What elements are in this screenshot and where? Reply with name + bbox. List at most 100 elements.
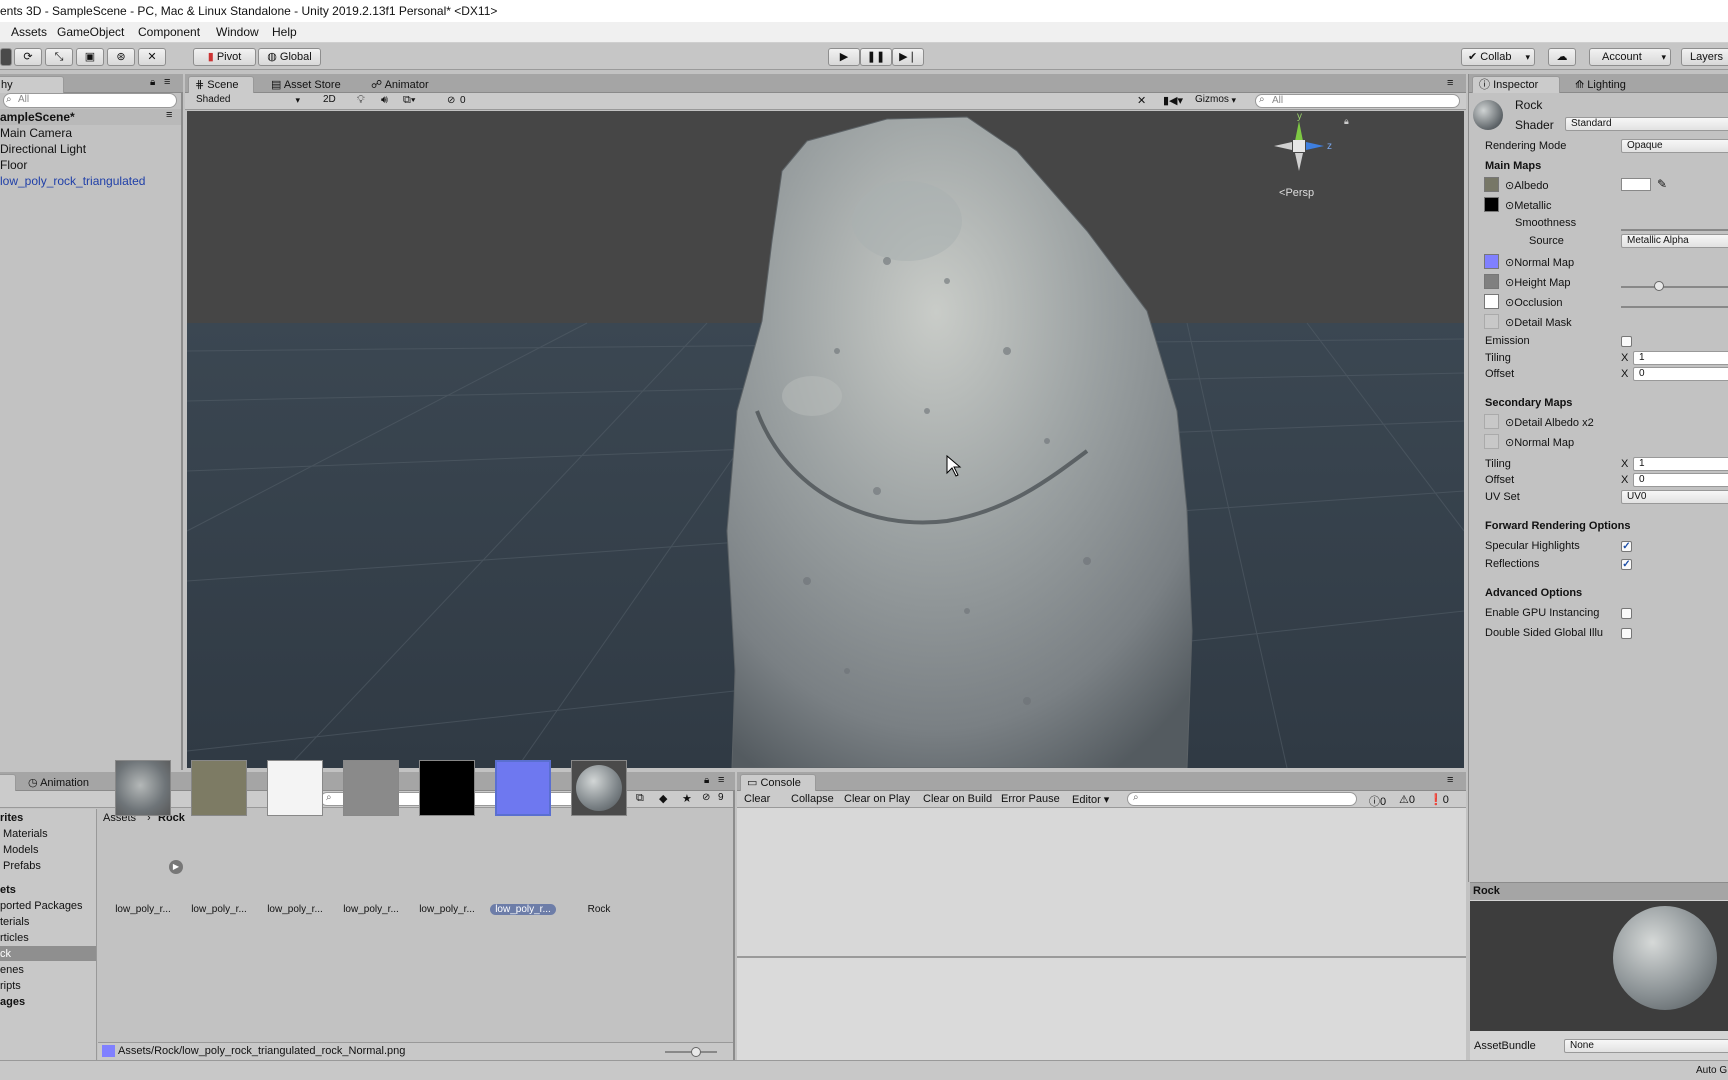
hierarchy-item[interactable]: Floor [0,158,27,172]
info-count-toggle[interactable]: ⓘ0 [1369,793,1386,809]
scale-tool-button[interactable]: ⤡ [45,48,73,66]
custom-tool-button[interactable]: ✕ [138,48,166,66]
asset-thumbnail-normal[interactable] [495,760,551,816]
asset-bundle-dropdown[interactable]: None [1564,1039,1728,1053]
folder-item[interactable]: enes [0,964,24,976]
assets-header[interactable]: ets [0,884,16,896]
asset-thumbnail-black[interactable] [419,760,475,816]
detail-normal-slot[interactable] [1484,434,1499,449]
clear-button[interactable]: Clear [744,793,770,805]
editor-dropdown[interactable]: Editor ▾ [1072,793,1109,806]
camera-icon[interactable]: ▮◀▾ [1163,94,1183,107]
specular-highlights-checkbox[interactable]: ✓ [1621,541,1632,552]
panel-menu-icon[interactable]: ≡ [718,774,724,786]
asset-thumbnail-gray[interactable] [343,760,399,816]
layers-dropdown[interactable]: Layers [1681,48,1728,66]
tab-animator[interactable]: ☍ Animator [365,77,435,94]
sec-tiling-x-field[interactable]: 1 [1633,457,1728,471]
panel-menu-icon[interactable]: ≡ [1447,774,1453,786]
warning-count-toggle[interactable]: ⚠0 [1399,793,1415,806]
folder-item[interactable]: rticles [0,932,29,944]
gpu-instancing-checkbox[interactable] [1621,608,1632,619]
occlusion-slider[interactable] [1621,306,1728,308]
step-button[interactable]: ▶❘ [892,48,924,66]
folder-item-selected[interactable]: ck [0,948,11,960]
normal-map-slot[interactable] [1484,254,1499,269]
tools-icon[interactable]: ✕ [1137,94,1146,107]
folder-item[interactable]: ripts [0,980,21,992]
scene-viewport[interactable]: y z 🔒︎ <Persp [187,111,1464,768]
expand-arrow-icon[interactable]: ▶ [169,860,183,874]
pivot-toggle[interactable]: ▮ Pivot [193,48,256,66]
cloud-button[interactable]: ☁ [1548,48,1576,66]
hierarchy-item-selected[interactable]: low_poly_rock_triangulated [0,174,145,188]
double-sided-gi-checkbox[interactable] [1621,628,1632,639]
collapse-button[interactable]: Collapse [791,793,834,805]
rect-tool-button[interactable]: ▣ [76,48,104,66]
projection-toggle[interactable]: <Persp [1279,187,1314,199]
account-dropdown[interactable]: Account [1589,48,1671,66]
panel-menu-icon[interactable]: ≡ [1447,77,1453,89]
menu-assets[interactable]: Assets [11,25,47,39]
albedo-texture-slot[interactable] [1484,177,1499,192]
rotate-tool-button[interactable]: ⟳ [14,48,42,66]
filter-type-icon[interactable]: ⧉ [636,792,644,805]
scene-menu-icon[interactable]: ≡ [166,109,172,121]
2d-toggle[interactable]: 2D [319,94,341,108]
height-slider[interactable] [1621,286,1728,288]
favorite-item[interactable]: Models [3,844,38,856]
pause-button[interactable]: ❚❚ [860,48,892,66]
collab-dropdown[interactable]: ✔ Collab [1461,48,1535,66]
tab-project[interactable] [0,774,16,791]
menu-gameobject[interactable]: GameObject [57,25,124,39]
favorite-item[interactable]: Prefabs [3,860,41,872]
occlusion-slot[interactable] [1484,294,1499,309]
clear-on-build-button[interactable]: Clear on Build [923,793,992,805]
smoothness-slider[interactable] [1621,229,1728,231]
shading-mode-dropdown[interactable]: Shaded [191,94,304,108]
tab-asset-store[interactable]: ▤ Asset Store [265,77,347,94]
tiling-x-field[interactable]: 1 [1633,351,1728,365]
tab-hierarchy[interactable]: hy [0,76,64,93]
tab-inspector[interactable]: ⓘ Inspector [1472,76,1560,93]
menu-help[interactable]: Help [272,25,297,39]
lighting-icon[interactable]: 💡︎ [357,94,365,107]
hierarchy-item[interactable]: Directional Light [0,142,86,156]
source-dropdown[interactable]: Metallic Alpha [1621,234,1728,248]
reflections-checkbox[interactable]: ✓ [1621,559,1632,570]
thumbnail-size-knob[interactable] [691,1047,701,1057]
lock-icon[interactable]: 🔒︎ [704,775,709,786]
hierarchy-search-input[interactable]: All [3,93,177,108]
packages-header[interactable]: ages [0,996,25,1008]
detail-mask-slot[interactable] [1484,314,1499,329]
gizmos-dropdown[interactable]: Gizmos [1190,94,1240,108]
asset-thumbnail-material[interactable] [571,760,627,816]
console-search-input[interactable] [1127,792,1357,806]
filter-label-icon[interactable]: ◆ [659,792,667,805]
tab-lighting[interactable]: ⟰ Lighting [1569,77,1632,94]
tab-animation[interactable]: ◷ Animation [22,775,95,792]
sec-offset-x-field[interactable]: 0 [1633,473,1728,487]
albedo-color-field[interactable] [1621,178,1651,191]
asset-thumbnail-white[interactable] [267,760,323,816]
hierarchy-item[interactable]: Main Camera [0,126,72,140]
scene-search-input[interactable]: All [1255,94,1460,108]
effects-icon[interactable]: ⧉▾ [403,94,415,107]
play-button[interactable]: ▶ [828,48,860,66]
menu-window[interactable]: Window [216,25,259,39]
audio-icon[interactable]: 🔊︎ [381,94,388,107]
clear-on-play-button[interactable]: Clear on Play [844,793,910,805]
hand-tool-button[interactable] [0,48,12,66]
asset-thumbnail-albedo[interactable] [191,760,247,816]
shader-dropdown[interactable]: Standard [1565,117,1728,131]
hidden-objects-icon[interactable]: ⊘ [447,95,455,106]
favorites-header[interactable]: rites [0,812,23,824]
offset-x-field[interactable]: 0 [1633,367,1728,381]
favorite-star-icon[interactable]: ★ [682,792,692,805]
hidden-packages-icon[interactable]: ⊘ [702,792,710,803]
gizmo-lock-icon[interactable]: 🔒︎ [1344,116,1349,127]
tab-scene[interactable]: ⋕ Scene [188,76,254,93]
menu-component[interactable]: Component [138,25,200,39]
height-slider-knob[interactable] [1653,281,1664,291]
scene-root[interactable]: ampleScene* [0,110,75,124]
